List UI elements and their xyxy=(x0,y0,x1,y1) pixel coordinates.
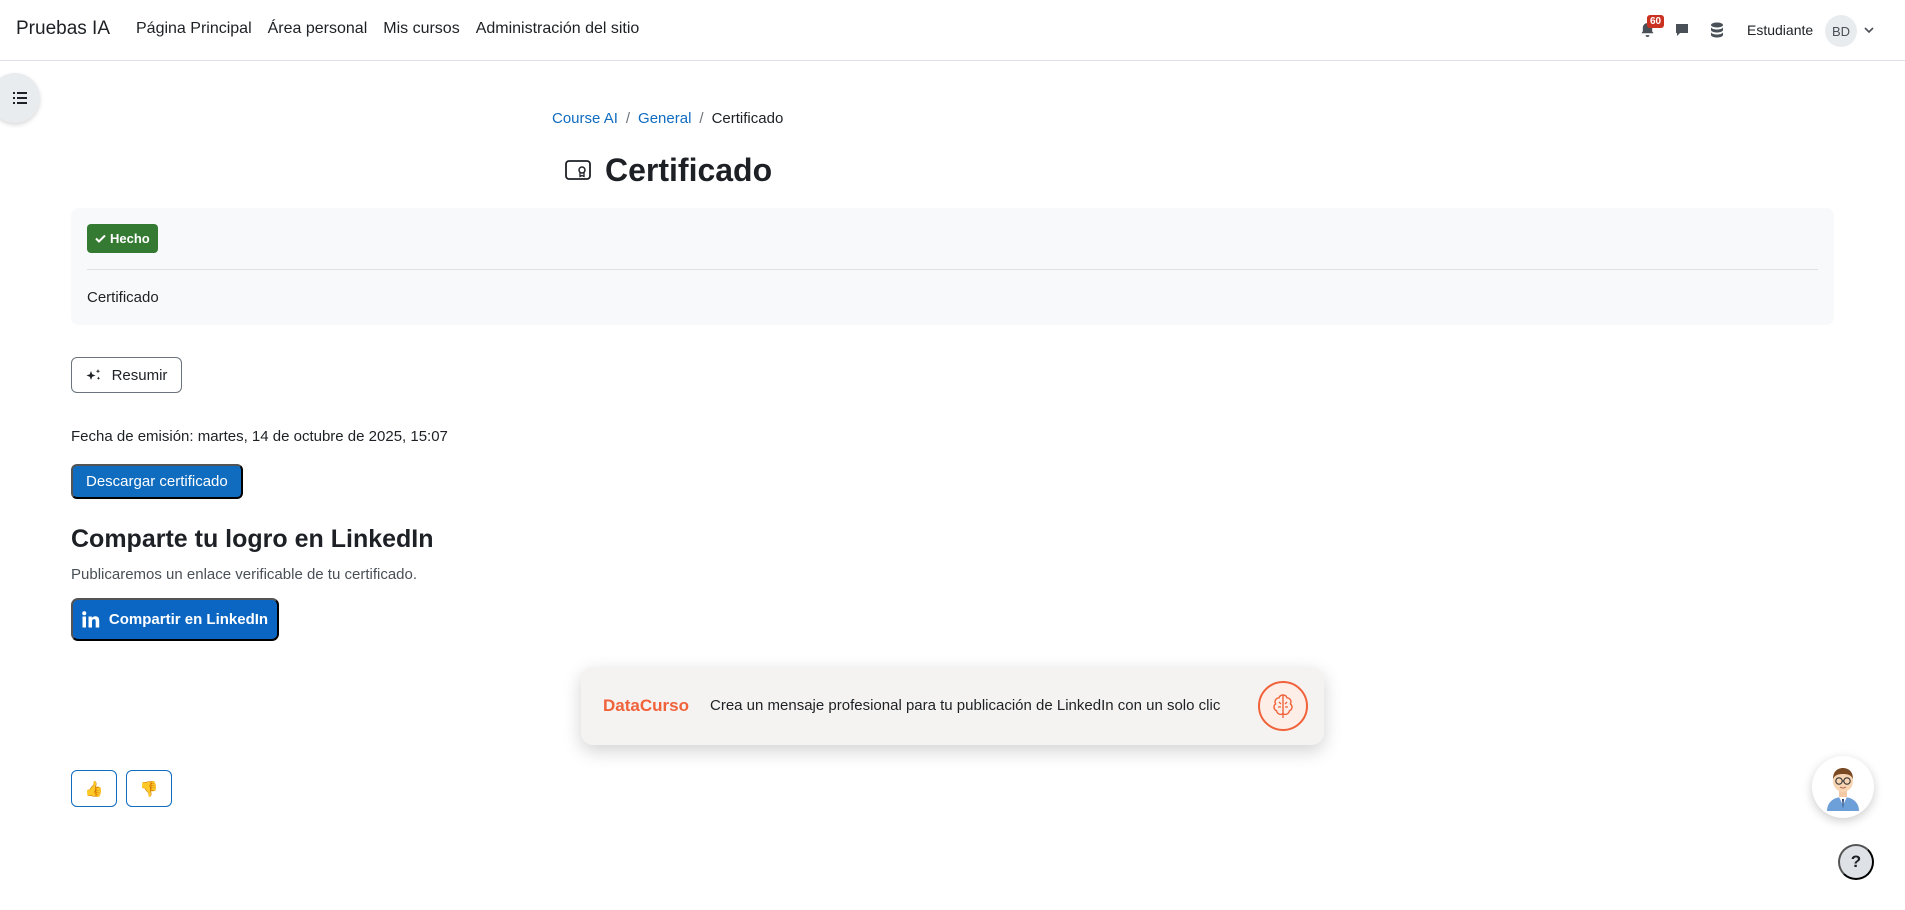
notification-count-badge: 60 xyxy=(1647,15,1665,28)
brain-icon xyxy=(1258,681,1308,731)
completion-status-badge: Hecho xyxy=(87,224,158,253)
breadcrumb-course[interactable]: Course AI xyxy=(552,110,618,127)
primary-navigation: Página Principal Área personal Mis curso… xyxy=(136,20,639,38)
panel-divider xyxy=(87,269,1818,270)
nav-link-home[interactable]: Página Principal xyxy=(136,20,252,38)
assistant-avatar-icon xyxy=(1827,768,1859,811)
toast-message: Crea un mensaje profesional para tu publ… xyxy=(710,697,1221,714)
certificate-icon xyxy=(565,159,591,180)
thumbs-down-button[interactable]: 👎 xyxy=(126,770,172,807)
list-icon xyxy=(13,92,27,104)
toast-brand: DataCurso xyxy=(603,696,689,715)
breadcrumb-separator: / xyxy=(699,110,704,127)
issue-date: Fecha de emisión: martes, 14 de octubre … xyxy=(71,428,448,445)
database-button[interactable] xyxy=(1706,19,1728,41)
nav-link-dashboard[interactable]: Área personal xyxy=(268,20,368,38)
thumbs-up-button[interactable]: 👍 xyxy=(71,770,117,807)
database-icon xyxy=(1711,22,1723,37)
help-button[interactable]: ? xyxy=(1838,844,1874,880)
role-label[interactable]: Estudiante xyxy=(1747,22,1813,38)
share-linkedin-button[interactable]: Compartir en LinkedIn xyxy=(71,598,279,641)
ai-assistant-button[interactable] xyxy=(1812,756,1874,818)
top-navbar: Pruebas IA Página Principal Área persona… xyxy=(0,0,1905,61)
breadcrumb: Course AI / General / Certificado xyxy=(552,110,783,127)
download-certificate-button[interactable]: Descargar certificado xyxy=(71,464,243,499)
nav-link-my-courses[interactable]: Mis cursos xyxy=(383,20,459,38)
datacurso-toast[interactable]: DataCurso Crea un mensaje profesional pa… xyxy=(581,667,1324,745)
activity-description: Certificado xyxy=(87,289,159,306)
sparkle-icon xyxy=(86,369,100,380)
activity-info-panel: Hecho Certificado xyxy=(71,208,1834,325)
page-title: Certificado xyxy=(605,152,773,188)
completion-status-label: Hecho xyxy=(110,231,150,246)
breadcrumb-section[interactable]: General xyxy=(638,110,691,127)
share-description: Publicaremos un enlace verificable de tu… xyxy=(71,566,418,583)
user-avatar[interactable]: BD xyxy=(1825,15,1857,47)
nav-link-site-admin[interactable]: Administración del sitio xyxy=(476,20,640,38)
summarize-button[interactable]: Resumir xyxy=(71,357,182,393)
notifications-button[interactable]: 60 xyxy=(1636,15,1665,41)
check-icon xyxy=(95,234,106,243)
share-linkedin-label: Compartir en LinkedIn xyxy=(108,611,269,628)
summarize-label: Resumir xyxy=(111,366,168,384)
chat-icon xyxy=(1676,24,1688,36)
breadcrumb-current: Certificado xyxy=(711,110,784,127)
breadcrumb-separator: / xyxy=(625,110,631,127)
linkedin-icon xyxy=(82,611,100,628)
page-header: Certificado xyxy=(565,152,772,189)
messages-button[interactable] xyxy=(1671,19,1693,41)
site-brand[interactable]: Pruebas IA xyxy=(16,18,110,40)
share-heading: Comparte tu logro en LinkedIn xyxy=(71,525,434,553)
chevron-down-icon[interactable] xyxy=(1864,22,1874,40)
course-index-toggle[interactable] xyxy=(0,73,40,123)
